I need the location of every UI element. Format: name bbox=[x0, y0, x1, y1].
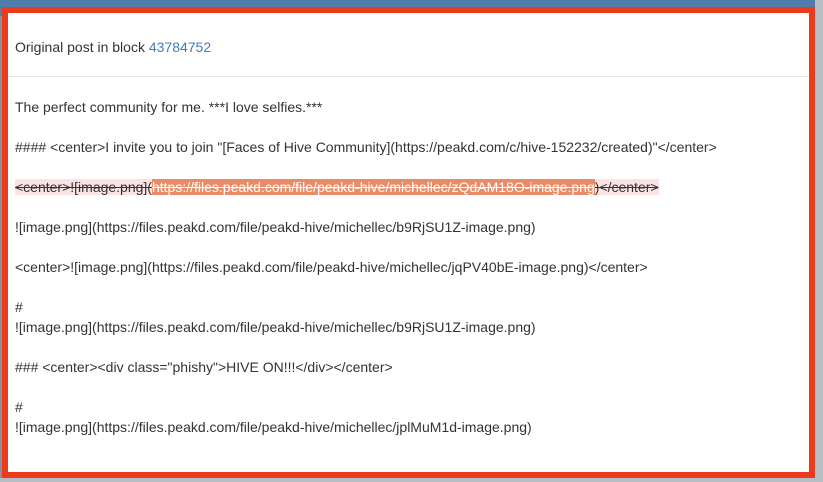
page-edge-bottom bbox=[0, 478, 823, 482]
post-line: #### <center>I invite you to join "[Face… bbox=[15, 139, 717, 155]
deleted-text: <center>![image.png]( bbox=[15, 179, 152, 195]
deleted-line: <center>![image.png](https://files.peakd… bbox=[15, 179, 659, 195]
post-line: The perfect community for me. ***I love … bbox=[15, 99, 323, 115]
panel-header: Original post in block 43784752 bbox=[8, 13, 809, 77]
post-line: # bbox=[15, 399, 23, 415]
block-link[interactable]: 43784752 bbox=[149, 39, 211, 55]
post-line: ![image.png](https://files.peakd.com/fil… bbox=[15, 319, 536, 335]
deleted-text: )</center> bbox=[594, 179, 659, 195]
post-line: ### <center><div class="phishy">HIVE ON!… bbox=[15, 359, 393, 375]
page-edge bbox=[815, 0, 823, 482]
post-line: ![image.png](https://files.peakd.com/fil… bbox=[15, 419, 532, 435]
post-line: ![image.png](https://files.peakd.com/fil… bbox=[15, 219, 536, 235]
deleted-highlight: https://files.peakd.com/file/peakd-hive/… bbox=[151, 179, 595, 195]
post-line: # bbox=[15, 299, 23, 315]
post-line: <center>![image.png](https://files.peakd… bbox=[15, 259, 648, 275]
panel-title-prefix: Original post in block bbox=[15, 39, 145, 55]
post-diff-panel: Original post in block 43784752 The perf… bbox=[2, 7, 815, 478]
panel-title: Original post in block 43784752 bbox=[15, 39, 211, 55]
